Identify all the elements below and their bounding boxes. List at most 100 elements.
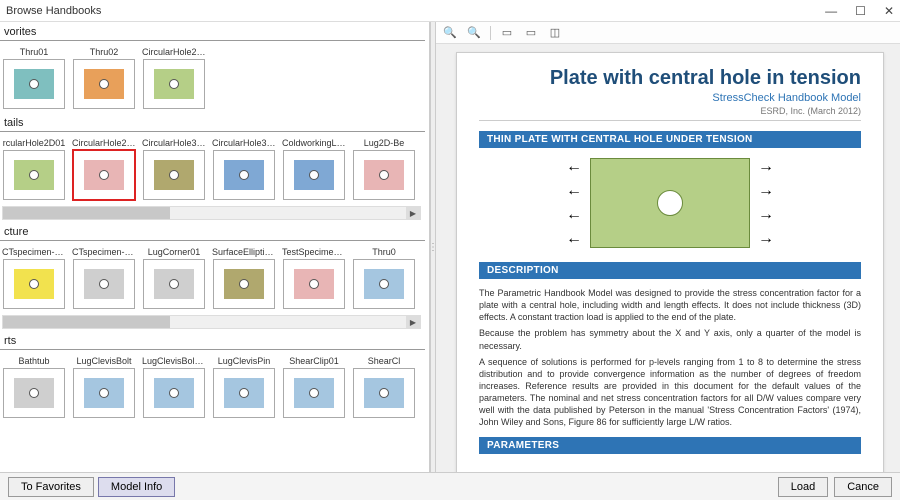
two-page-icon[interactable]: ◫ (547, 25, 563, 41)
thumb-image (3, 368, 65, 418)
thumb-label: ShearClip01 (282, 356, 346, 366)
arrow-right-icon: → (758, 231, 774, 247)
thumb-label: ColdworkingLug (282, 138, 346, 148)
handbook-thumb[interactable]: LugClevisBolt (72, 356, 136, 418)
fit-width-icon[interactable]: ▭ (523, 25, 539, 41)
zoom-out-icon[interactable]: 🔍 (466, 25, 482, 41)
handbook-browser: vorites Thru01Thru02CircularHole2D01 tai… (0, 22, 430, 472)
arrow-left-icon: ← (566, 207, 582, 223)
handbook-thumb[interactable]: TestSpecimen01 (282, 247, 346, 309)
toolbar-separator (490, 26, 491, 40)
plate-graphic (590, 158, 750, 248)
fracture-scrollbar[interactable]: ▶ (2, 315, 421, 329)
handbook-thumb[interactable]: Thru02 (72, 47, 136, 109)
arrow-left-icon: ← (566, 183, 582, 199)
handbook-thumb[interactable]: CircularHole3D01 (142, 138, 206, 200)
handbook-thumb[interactable]: Thru01 (2, 47, 66, 109)
doc-subtitle: StressCheck Handbook Model (479, 92, 861, 104)
handbook-thumb[interactable]: LugClevisBoltRotate (142, 356, 206, 418)
handbook-thumb[interactable]: rcularHole2D01 (2, 138, 66, 200)
thumb-image (3, 150, 65, 200)
thumb-label: CircularHole3D01 (142, 138, 206, 148)
section-parts: rts (0, 333, 425, 350)
handbook-thumb[interactable]: Lug2D-Be (352, 138, 416, 200)
thumb-label: Thru01 (2, 47, 66, 57)
thumb-image (73, 59, 135, 109)
section-fracture: cture (0, 224, 425, 241)
minimize-button[interactable]: — (825, 4, 837, 18)
thumb-label: SurfaceElliptical01 (212, 247, 276, 257)
thumb-label: LugClevisBolt (72, 356, 136, 366)
thumb-image (283, 150, 345, 200)
thumb-image (283, 368, 345, 418)
section-favorites: vorites (0, 24, 425, 41)
document-scroll[interactable]: Plate with central hole in tension Stres… (436, 44, 900, 472)
handbook-thumb[interactable]: ShearCl (352, 356, 416, 418)
thumb-image (353, 259, 415, 309)
to-favorites-button[interactable]: To Favorites (8, 477, 94, 497)
maximize-button[interactable]: ☐ (855, 4, 866, 18)
footer-bar: To Favorites Model Info Load Cance (0, 472, 900, 500)
thumb-label: Thru0 (352, 247, 416, 257)
thumb-image (3, 259, 65, 309)
handbook-thumb[interactable]: Bathtub (2, 356, 66, 418)
doc-title: Plate with central hole in tension (479, 67, 861, 90)
thumb-label: CTspecimen-3D (72, 247, 136, 257)
thumb-image (353, 368, 415, 418)
model-info-button[interactable]: Model Info (98, 477, 175, 497)
handbook-thumb[interactable]: CircularHole2D02 (72, 138, 136, 200)
thumb-image (143, 59, 205, 109)
close-button[interactable]: ✕ (884, 4, 894, 18)
handbook-thumb[interactable]: CircularHole3D02 (212, 138, 276, 200)
thumb-label: LugClevisPin (212, 356, 276, 366)
thumb-image (3, 59, 65, 109)
thumb-image (143, 150, 205, 200)
thumb-label: CircularHole2D01 (142, 47, 206, 57)
thumb-label: LugCorner01 (142, 247, 206, 257)
doc-meta: ESRD, Inc. (March 2012) (479, 106, 861, 121)
thumb-image (143, 259, 205, 309)
thumb-label: rcularHole2D01 (2, 138, 66, 148)
preview-pane: 🔍 🔍 ▭ ▭ ◫ Plate with central hole in ten… (436, 22, 900, 472)
arrow-left-icon: ← (566, 231, 582, 247)
handbook-thumb[interactable]: ColdworkingLug (282, 138, 346, 200)
arrow-right-icon: → (758, 183, 774, 199)
thumb-label: TestSpecimen01 (282, 247, 346, 257)
thumb-label: Lug2D-Be (352, 138, 416, 148)
cancel-button[interactable]: Cance (834, 477, 892, 497)
handbook-thumb[interactable]: CircularHole2D01 (142, 47, 206, 109)
arrow-right-icon: → (758, 207, 774, 223)
left-arrows: ← ← ← ← (566, 159, 582, 247)
thumb-label: Bathtub (2, 356, 66, 366)
handbook-thumb[interactable]: SurfaceElliptical01 (212, 247, 276, 309)
plate-diagram: ← ← ← ← → → → → (479, 158, 861, 248)
thumb-image (73, 150, 135, 200)
thumb-image (213, 368, 275, 418)
handbook-thumb[interactable]: LugClevisPin (212, 356, 276, 418)
thumb-image (353, 150, 415, 200)
handbook-thumb[interactable]: LugCorner01 (142, 247, 206, 309)
doc-paragraph: The Parametric Handbook Model was design… (479, 287, 861, 323)
hole-graphic (657, 190, 683, 216)
fit-page-icon[interactable]: ▭ (499, 25, 515, 41)
handbook-thumb[interactable]: ShearClip01 (282, 356, 346, 418)
section-heading-3: PARAMETERS (479, 437, 861, 454)
right-arrows: → → → → (758, 159, 774, 247)
thumb-label: CircularHole2D02 (72, 138, 136, 148)
arrow-right-icon: → (758, 159, 774, 175)
thumb-label: CTspecimen-2D (2, 247, 66, 257)
zoom-in-icon[interactable]: 🔍 (442, 25, 458, 41)
section-heading-1: THIN PLATE WITH CENTRAL HOLE UNDER TENSI… (479, 131, 861, 148)
thumb-image (73, 368, 135, 418)
handbook-thumb[interactable]: CTspecimen-2D (2, 247, 66, 309)
thumb-image (213, 150, 275, 200)
thumb-image (73, 259, 135, 309)
arrow-left-icon: ← (566, 159, 582, 175)
handbook-thumb[interactable]: Thru0 (352, 247, 416, 309)
handbook-thumb[interactable]: CTspecimen-3D (72, 247, 136, 309)
load-button[interactable]: Load (778, 477, 828, 497)
thumb-label: LugClevisBoltRotate (142, 356, 206, 366)
thumb-image (283, 259, 345, 309)
doc-paragraph: A sequence of solutions is performed for… (479, 356, 861, 429)
details-scrollbar[interactable]: ▶ (2, 206, 421, 220)
